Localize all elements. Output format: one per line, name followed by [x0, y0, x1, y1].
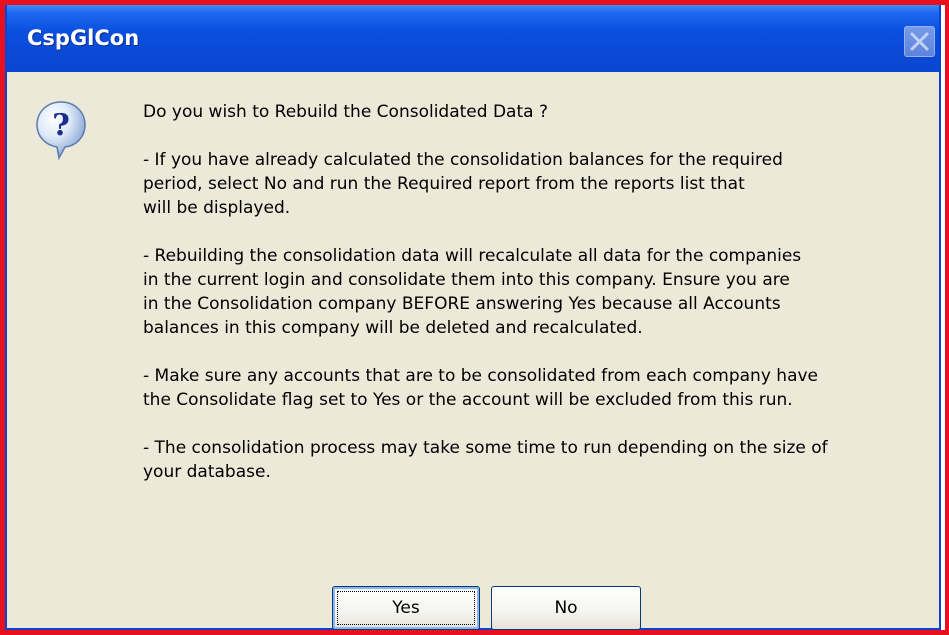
no-button[interactable]: No [491, 586, 641, 630]
close-icon [910, 32, 929, 51]
svg-text:?: ? [52, 108, 70, 143]
question-icon: ? [36, 101, 86, 160]
title-bar[interactable]: CspGlCon [7, 5, 939, 72]
message-text: Do you wish to Rebuild the Consolidated … [143, 100, 933, 508]
message-question: Do you wish to Rebuild the Consolidated … [143, 102, 548, 122]
close-button[interactable] [904, 26, 935, 57]
yes-button-label: Yes [392, 598, 420, 618]
message-paragraph: - If you have already calculated the con… [143, 150, 783, 218]
window-title: CspGlCon [27, 26, 140, 50]
message-paragraph: - The consolidation process may take som… [143, 438, 828, 482]
message-paragraph: - Make sure any accounts that are to be … [143, 366, 819, 410]
dialog-content: ? Do you wish to Rebuild the Consolidate… [7, 72, 939, 630]
message-paragraph: - Rebuilding the consolidation data will… [143, 246, 802, 338]
no-button-label: No [554, 598, 578, 618]
message-dialog: CspGlCon ? Do you wish to Rebuild the Co… [5, 5, 941, 630]
yes-button[interactable]: Yes [332, 586, 480, 630]
